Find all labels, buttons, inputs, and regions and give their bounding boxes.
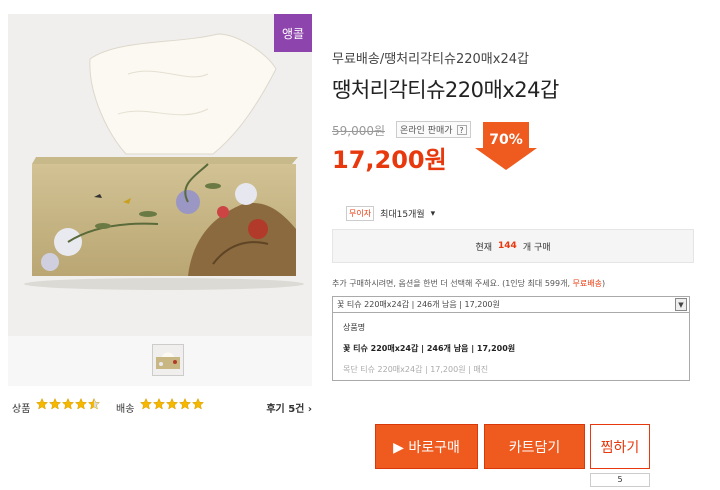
star-icon [153, 398, 165, 410]
tissue-box-image [8, 14, 312, 336]
wishlist-count: 5 [590, 473, 650, 487]
star-icon [192, 398, 204, 410]
dropdown-arrow-icon[interactable]: ▼ [675, 298, 687, 311]
star-icon [36, 398, 48, 410]
installment-text: 최대15개월 [380, 210, 425, 220]
delivery-rating-label: 배송 [116, 404, 135, 415]
thumbnail[interactable] [152, 344, 184, 376]
option-list: 상품명 꽃 티슈 220매x24갑 | 246개 남음 | 17,200원 목단… [332, 313, 690, 381]
option-header: 상품명 [343, 323, 366, 332]
current-purchase-count: 현재 144 개 구매 [332, 229, 694, 263]
installment-tag: 무이자 [346, 206, 375, 221]
current-suffix: 개 구매 [522, 242, 551, 253]
installment-row[interactable]: 무이자 최대15개월 ▾ [346, 206, 435, 221]
online-price-label: 온라인 판매가 [400, 126, 453, 136]
ratings-row: 상품 배송 후기 5건 › [8, 396, 312, 416]
option-notice: 추가 구매하시려면, 옵션을 한번 더 선택해 주세요. (1인당 최대 599… [332, 278, 605, 289]
star-icon [88, 398, 100, 410]
option-notice-text: 추가 구매하시려면, 옵션을 한번 더 선택해 주세요. (1인당 최대 599… [332, 279, 570, 288]
add-to-cart-button[interactable]: 카트담기 [484, 424, 585, 469]
star-icon [166, 398, 178, 410]
option-item[interactable]: 꽃 티슈 220매x24갑 | 246개 남음 | 17,200원 [343, 343, 515, 354]
thumbnail-image [153, 345, 183, 375]
thumbnail-strip [8, 336, 312, 386]
star-icon [140, 398, 152, 410]
option-notice-close: ) [602, 279, 606, 288]
product-rating-label: 상품 [12, 404, 31, 415]
help-icon[interactable]: ? [456, 125, 467, 135]
sale-price: 17,200원 [332, 146, 447, 174]
current-prefix: 현재 [475, 242, 493, 253]
encore-badge: 앵콜 [274, 14, 312, 52]
star-icon [75, 398, 87, 410]
star-icon [49, 398, 61, 410]
option-select[interactable]: 꽃 티슈 220매x24갑 | 246개 남음 | 17,200원 ▼ [332, 296, 690, 313]
chevron-down-icon: ▾ [430, 208, 436, 219]
original-price: 59,000원 [332, 124, 386, 138]
product-subtitle: 무료배송/땡처리각티슈220매x24갑 [332, 52, 529, 67]
buy-now-button[interactable]: ▶ 바로구매 [375, 424, 478, 469]
option-item-soldout: 목단 티슈 220매x24갑 | 17,200원 | 매진 [343, 365, 489, 374]
free-shipping-highlight: 무료배송 [572, 279, 602, 288]
reviews-link[interactable]: 후기 5건 › [266, 400, 312, 415]
star-icon [62, 398, 74, 410]
star-icon [179, 398, 191, 410]
delivery-rating-stars [140, 398, 204, 410]
option-select-value: 꽃 티슈 220매x24갑 | 246개 남음 | 17,200원 [337, 300, 500, 309]
online-price-tag: 온라인 판매가? [396, 121, 471, 138]
product-title: 땡처리각티슈220매x24갑 [332, 78, 559, 102]
purchase-count: 144 [498, 241, 517, 251]
product-image: 앵콜 [8, 14, 312, 336]
discount-rate: 70% [489, 132, 523, 148]
product-rating-stars [36, 398, 100, 410]
wishlist-button[interactable]: 찜하기 [590, 424, 650, 469]
